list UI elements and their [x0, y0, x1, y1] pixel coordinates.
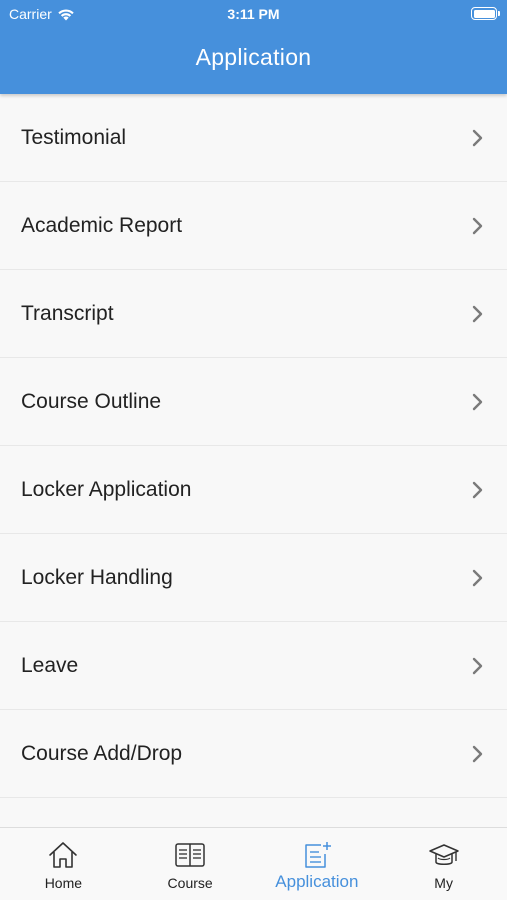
menu-item-transcript[interactable]: Transcript: [0, 270, 507, 358]
tab-label: My: [434, 875, 453, 891]
page-title: Application: [195, 44, 312, 70]
application-icon: [305, 842, 331, 868]
chevron-right-icon: [472, 745, 483, 762]
status-bar: Carrier 3:11 PM: [0, 0, 507, 28]
menu-item-academic-report[interactable]: Academic Report: [0, 182, 507, 270]
battery-icon: [471, 7, 500, 20]
tab-application[interactable]: Application: [254, 828, 381, 900]
bottom-tab-bar: Home Course Application My: [0, 827, 507, 900]
menu-item-label: Locker Handling: [21, 565, 173, 589]
menu-item-leave[interactable]: Leave: [0, 622, 507, 710]
chevron-right-icon: [472, 129, 483, 146]
menu-item-label: Locker Application: [21, 477, 192, 501]
menu-item-label: Leave: [21, 653, 79, 677]
chevron-right-icon: [472, 657, 483, 674]
tab-label: Application: [275, 872, 359, 891]
chevron-right-icon: [472, 481, 483, 498]
application-menu-list: Testimonial Academic Report Transcript C…: [0, 94, 507, 827]
chevron-right-icon: [472, 305, 483, 322]
tab-my[interactable]: My: [380, 828, 507, 900]
tab-label: Home: [44, 875, 83, 891]
chevron-right-icon: [472, 217, 483, 234]
tab-home[interactable]: Home: [0, 828, 127, 900]
status-time: 3:11 PM: [227, 6, 280, 22]
book-icon: [175, 843, 205, 867]
menu-item-label: Transcript: [21, 301, 114, 325]
tab-course[interactable]: Course: [127, 828, 254, 900]
menu-item-locker-handling[interactable]: Locker Handling: [0, 534, 507, 622]
tab-label: Course: [167, 875, 213, 891]
nav-header: Carrier 3:11 PM Application: [0, 0, 507, 94]
menu-item-locker-application[interactable]: Locker Application: [0, 446, 507, 534]
chevron-right-icon: [472, 569, 483, 586]
menu-item-label: Testimonial: [21, 125, 127, 149]
menu-item-course-add-drop[interactable]: Course Add/Drop: [0, 710, 507, 798]
menu-item-testimonial[interactable]: Testimonial: [0, 94, 507, 182]
graduation-cap-icon: [428, 844, 459, 865]
menu-item-label: Course Add/Drop: [21, 741, 183, 765]
chevron-right-icon: [472, 393, 483, 410]
home-icon: [49, 842, 78, 868]
menu-item-label: Course Outline: [21, 389, 162, 413]
menu-item-course-outline[interactable]: Course Outline: [0, 358, 507, 446]
menu-item-label: Academic Report: [21, 213, 183, 237]
